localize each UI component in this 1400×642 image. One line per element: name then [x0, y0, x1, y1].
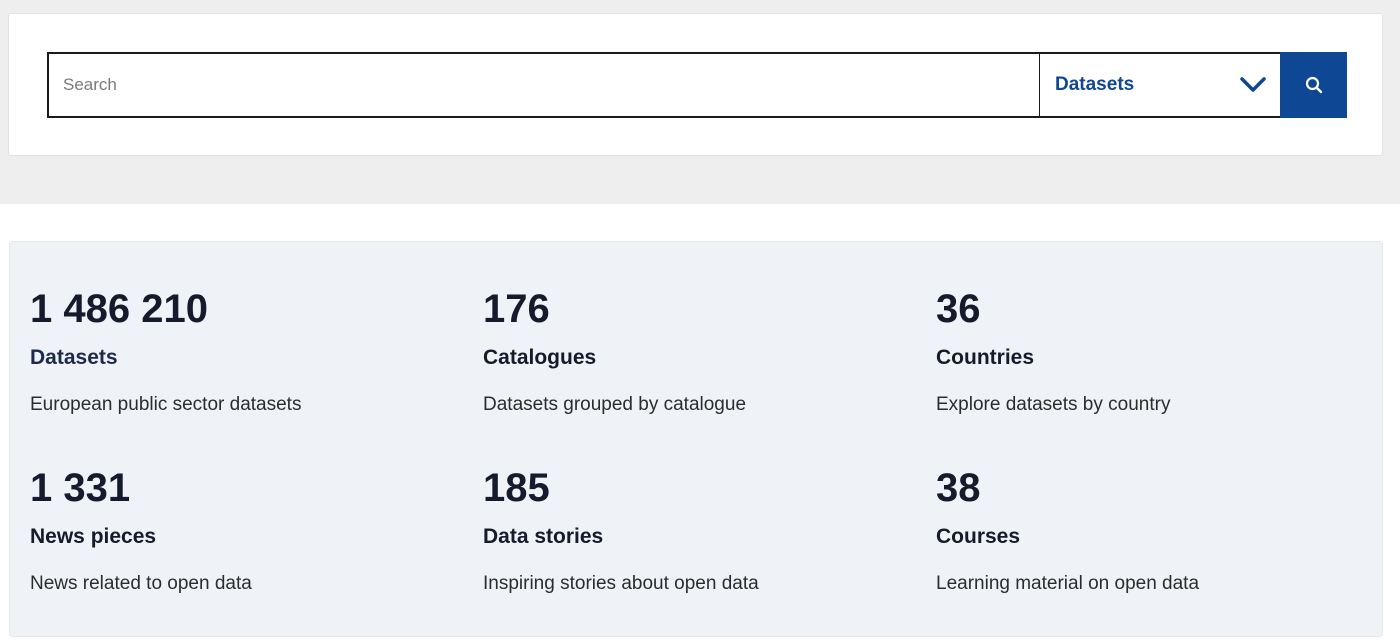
- stat-number: 185: [483, 466, 550, 510]
- stat-description: Inspiring stories about open data: [483, 573, 759, 594]
- search-section: Datasets: [0, 0, 1400, 204]
- stat-description: European public sector datasets: [30, 394, 302, 415]
- category-dropdown[interactable]: Datasets: [1040, 52, 1280, 118]
- stat-title-link[interactable]: Data stories: [483, 524, 603, 550]
- search-input[interactable]: [47, 52, 1040, 118]
- stat-number: 36: [936, 287, 981, 331]
- stat-description: Learning material on open data: [936, 573, 1200, 594]
- search-icon: [1305, 76, 1322, 94]
- stat-title-link[interactable]: Catalogues: [483, 345, 596, 371]
- stat-title-link[interactable]: Datasets: [30, 345, 118, 371]
- stat-number: 1 331: [30, 466, 131, 510]
- stat-title-link[interactable]: News pieces: [30, 524, 156, 550]
- search-button[interactable]: [1280, 52, 1347, 118]
- chevron-down-icon: [1240, 77, 1266, 92]
- search-card: Datasets: [8, 13, 1383, 156]
- stat-number: 176: [483, 287, 550, 331]
- statistics-panel: 1 486 210 Datasets European public secto…: [9, 241, 1383, 637]
- stat-title-link[interactable]: Courses: [936, 524, 1020, 550]
- stat-number: 38: [936, 466, 981, 510]
- stat-description: News related to open data: [30, 573, 252, 594]
- category-selected-value: Datasets: [1055, 74, 1135, 95]
- search-bar: Datasets: [47, 52, 1347, 118]
- stat-description: Datasets grouped by catalogue: [483, 394, 747, 415]
- stat-number: 1 486 210: [30, 287, 208, 331]
- stat-title-link[interactable]: Countries: [936, 345, 1034, 371]
- stat-description: Explore datasets by country: [936, 394, 1171, 415]
